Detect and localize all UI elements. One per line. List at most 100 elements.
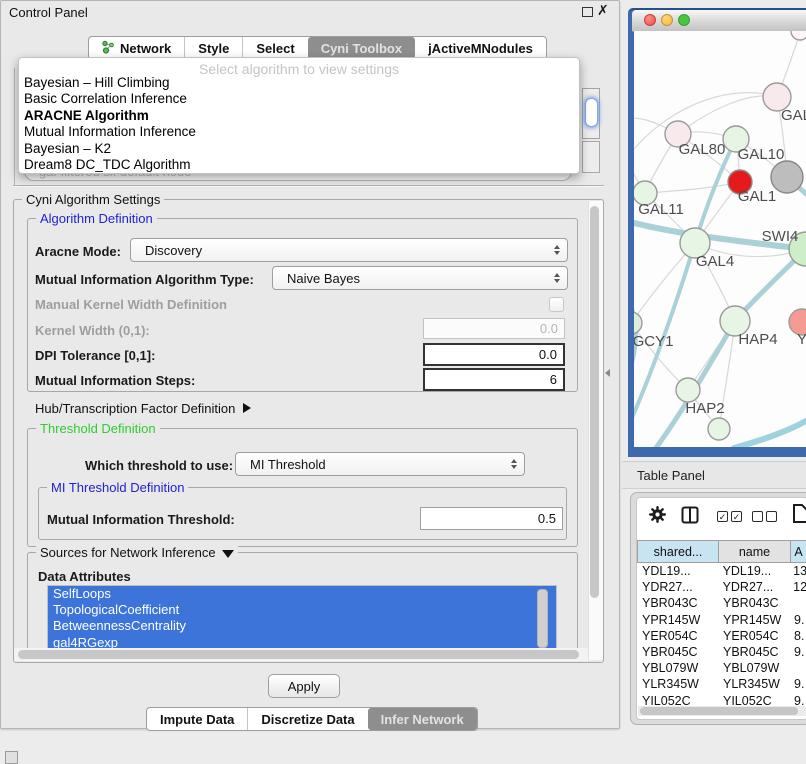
screen: Control Panel ✗ Network Style Select Cyni T… bbox=[0, 0, 806, 762]
columns-icon[interactable] bbox=[681, 506, 699, 529]
table-cell: 13 bbox=[790, 563, 806, 579]
network-graph: GALGAL80GAL10GAL1GAL11SWI4GAL4GCY1HAP4YH… bbox=[634, 31, 806, 447]
table-row[interactable]: YDR27...YDR27...12 bbox=[637, 579, 806, 595]
tab-jactivemnodules[interactable]: jActiveMNodules bbox=[415, 37, 546, 59]
manual-kernel-checkbox[interactable] bbox=[549, 297, 564, 312]
combo-stepper-icon bbox=[511, 459, 517, 469]
column-header-name[interactable]: name bbox=[719, 540, 791, 563]
splitter-toggle-icon[interactable] bbox=[605, 369, 610, 377]
network-node[interactable] bbox=[791, 31, 806, 40]
manual-kernel-label: Manual Kernel Width Definition bbox=[35, 296, 227, 312]
float-window-icon[interactable] bbox=[582, 7, 593, 17]
table-cell: YBR043C bbox=[637, 595, 719, 611]
node-label: GAL10 bbox=[738, 146, 785, 163]
settings-hscroll-thumb[interactable] bbox=[18, 650, 579, 659]
tab-network[interactable]: Network bbox=[89, 37, 184, 59]
table-cell: YDR27... bbox=[637, 579, 719, 595]
algorithm-option-bayesian-k2[interactable]: Bayesian – K2 bbox=[22, 141, 576, 157]
table-cell: 12 bbox=[790, 579, 806, 595]
table-cell: YLR345W bbox=[637, 676, 719, 692]
attribute-item-selfloops[interactable]: SelfLoops bbox=[48, 586, 556, 602]
combo-stepper-icon bbox=[554, 273, 560, 283]
hide-all-columns-icon[interactable] bbox=[752, 511, 777, 522]
data-attributes-list[interactable]: SelfLoopsTopologicalCoefficientBetweenne… bbox=[47, 585, 557, 652]
algorithm-option-dream8-dc-tdc-algorithm[interactable]: Dream8 DC_TDC Algorithm bbox=[22, 157, 576, 173]
new-column-icon[interactable] bbox=[793, 504, 806, 528]
bottom-tabs: Impute DataDiscretize DataInfer Network bbox=[146, 707, 478, 731]
collapse-arrow-icon bbox=[222, 550, 234, 558]
table-hscroll-track[interactable] bbox=[638, 706, 806, 716]
table-cell bbox=[791, 595, 794, 611]
table-row[interactable]: YIL052CYIL052C9. bbox=[637, 693, 806, 706]
hub-definition-label: Hub/Transcription Factor Definition bbox=[35, 401, 235, 416]
network-edge bbox=[645, 182, 740, 193]
tab-style[interactable]: Style bbox=[184, 37, 242, 59]
table-cell bbox=[791, 660, 794, 676]
settings-vscroll-thumb[interactable] bbox=[590, 206, 599, 598]
mi-steps-field[interactable]: 6 bbox=[423, 368, 565, 391]
table-row[interactable]: YBR045CYBR045C9. bbox=[637, 644, 806, 660]
tab-label: Style bbox=[198, 41, 229, 56]
network-edge bbox=[734, 421, 806, 447]
show-all-columns-icon[interactable]: ✓ ✓ bbox=[717, 511, 742, 522]
checked-checkbox-icon: ✓ bbox=[731, 511, 742, 522]
mi-type-combo[interactable]: Naive Bayes bbox=[272, 266, 568, 290]
algorithm-option-aracne-algorithm[interactable]: ARACNE Algorithm bbox=[22, 108, 576, 124]
table-row[interactable]: YER054CYER054C8. bbox=[637, 628, 806, 644]
attribute-item-topologicalcoefficient[interactable]: TopologicalCoefficient bbox=[48, 602, 556, 618]
apply-button[interactable]: Apply bbox=[268, 674, 340, 698]
table-row[interactable]: YBL079WYBL079W bbox=[637, 660, 806, 676]
aracne-mode-combo[interactable]: Discovery bbox=[130, 238, 568, 262]
algorithm-option-mutual-information-inference[interactable]: Mutual Information Inference bbox=[22, 124, 576, 140]
which-threshold-combo[interactable]: MI Threshold bbox=[235, 452, 525, 476]
unchecked-checkbox-icon bbox=[766, 511, 777, 522]
dpi-tolerance-field[interactable]: 0.0 bbox=[423, 343, 565, 366]
table-cell: YDR27... bbox=[719, 579, 791, 595]
table-row[interactable]: YBR043CYBR043C bbox=[637, 595, 806, 611]
network-canvas[interactable]: GALGAL80GAL10GAL1GAL11SWI4GAL4GCY1HAP4YH… bbox=[634, 31, 806, 447]
list-scrollbar-thumb[interactable] bbox=[537, 589, 548, 648]
which-threshold-value: MI Threshold bbox=[250, 457, 326, 472]
hub-definition-toggle[interactable]: Hub/Transcription Factor Definition bbox=[35, 399, 251, 417]
network-node-hap2[interactable] bbox=[676, 378, 700, 402]
algorithm-option-basic-correlation-inference[interactable]: Basic Correlation Inference bbox=[22, 91, 576, 107]
zoom-traffic-light-icon[interactable] bbox=[678, 14, 690, 26]
node-label: GAL bbox=[781, 107, 806, 124]
table-row[interactable]: YLR345WYLR345W9. bbox=[637, 676, 806, 692]
aracne-mode-label: Aracne Mode: bbox=[35, 239, 121, 263]
network-node-gcy1[interactable] bbox=[634, 312, 642, 334]
column-header-a[interactable]: A bbox=[791, 540, 806, 563]
algorithm-option-bayesian-hill-climbing[interactable]: Bayesian – Hill Climbing bbox=[22, 75, 576, 91]
table-cell: YBL079W bbox=[637, 660, 719, 676]
close-icon[interactable]: ✗ bbox=[597, 2, 609, 19]
attribute-item-betweennesscentrality[interactable]: BetweennessCentrality bbox=[48, 618, 556, 634]
tab-label: Select bbox=[256, 41, 294, 56]
which-threshold-label: Which threshold to use: bbox=[85, 453, 233, 477]
network-window-titlebar[interactable] bbox=[632, 10, 806, 32]
sources-group-title[interactable]: Sources for Network Inference bbox=[36, 545, 238, 560]
tab-discretize-data[interactable]: Discretize Data bbox=[247, 708, 367, 730]
table-row[interactable]: YPR145WYPR145W9. bbox=[637, 612, 806, 628]
close-traffic-light-icon[interactable] bbox=[644, 14, 656, 26]
minimize-traffic-light-icon[interactable] bbox=[661, 14, 673, 26]
cyni-settings-title: Cyni Algorithm Settings bbox=[22, 192, 164, 207]
node-label: GAL80 bbox=[679, 141, 726, 158]
tab-infer-network[interactable]: Infer Network bbox=[368, 708, 477, 730]
window-title: Control Panel bbox=[9, 5, 88, 20]
table-row[interactable]: YDL19...YDL19...13 bbox=[637, 563, 806, 579]
tab-impute-data[interactable]: Impute Data bbox=[147, 708, 247, 730]
network-node[interactable] bbox=[708, 418, 730, 440]
gear-icon[interactable] bbox=[649, 506, 666, 528]
tab-select[interactable]: Select bbox=[242, 37, 307, 59]
table-hscroll-thumb[interactable] bbox=[640, 707, 798, 715]
dock-corner-icon[interactable] bbox=[5, 751, 18, 764]
table-cell: 8. bbox=[791, 628, 804, 644]
kernel-width-field[interactable]: 0.0 bbox=[423, 318, 565, 339]
tab-cyni-toolbox[interactable]: Cyni Toolbox bbox=[308, 37, 415, 59]
tab-label: Cyni Toolbox bbox=[321, 41, 402, 56]
table-toolbar: ✓ ✓ bbox=[637, 498, 806, 540]
column-header-shared[interactable]: shared... bbox=[637, 540, 719, 563]
checked-checkbox-icon: ✓ bbox=[717, 511, 728, 522]
table-cell: YBR043C bbox=[719, 595, 791, 611]
mi-threshold-field[interactable]: 0.5 bbox=[420, 507, 563, 530]
